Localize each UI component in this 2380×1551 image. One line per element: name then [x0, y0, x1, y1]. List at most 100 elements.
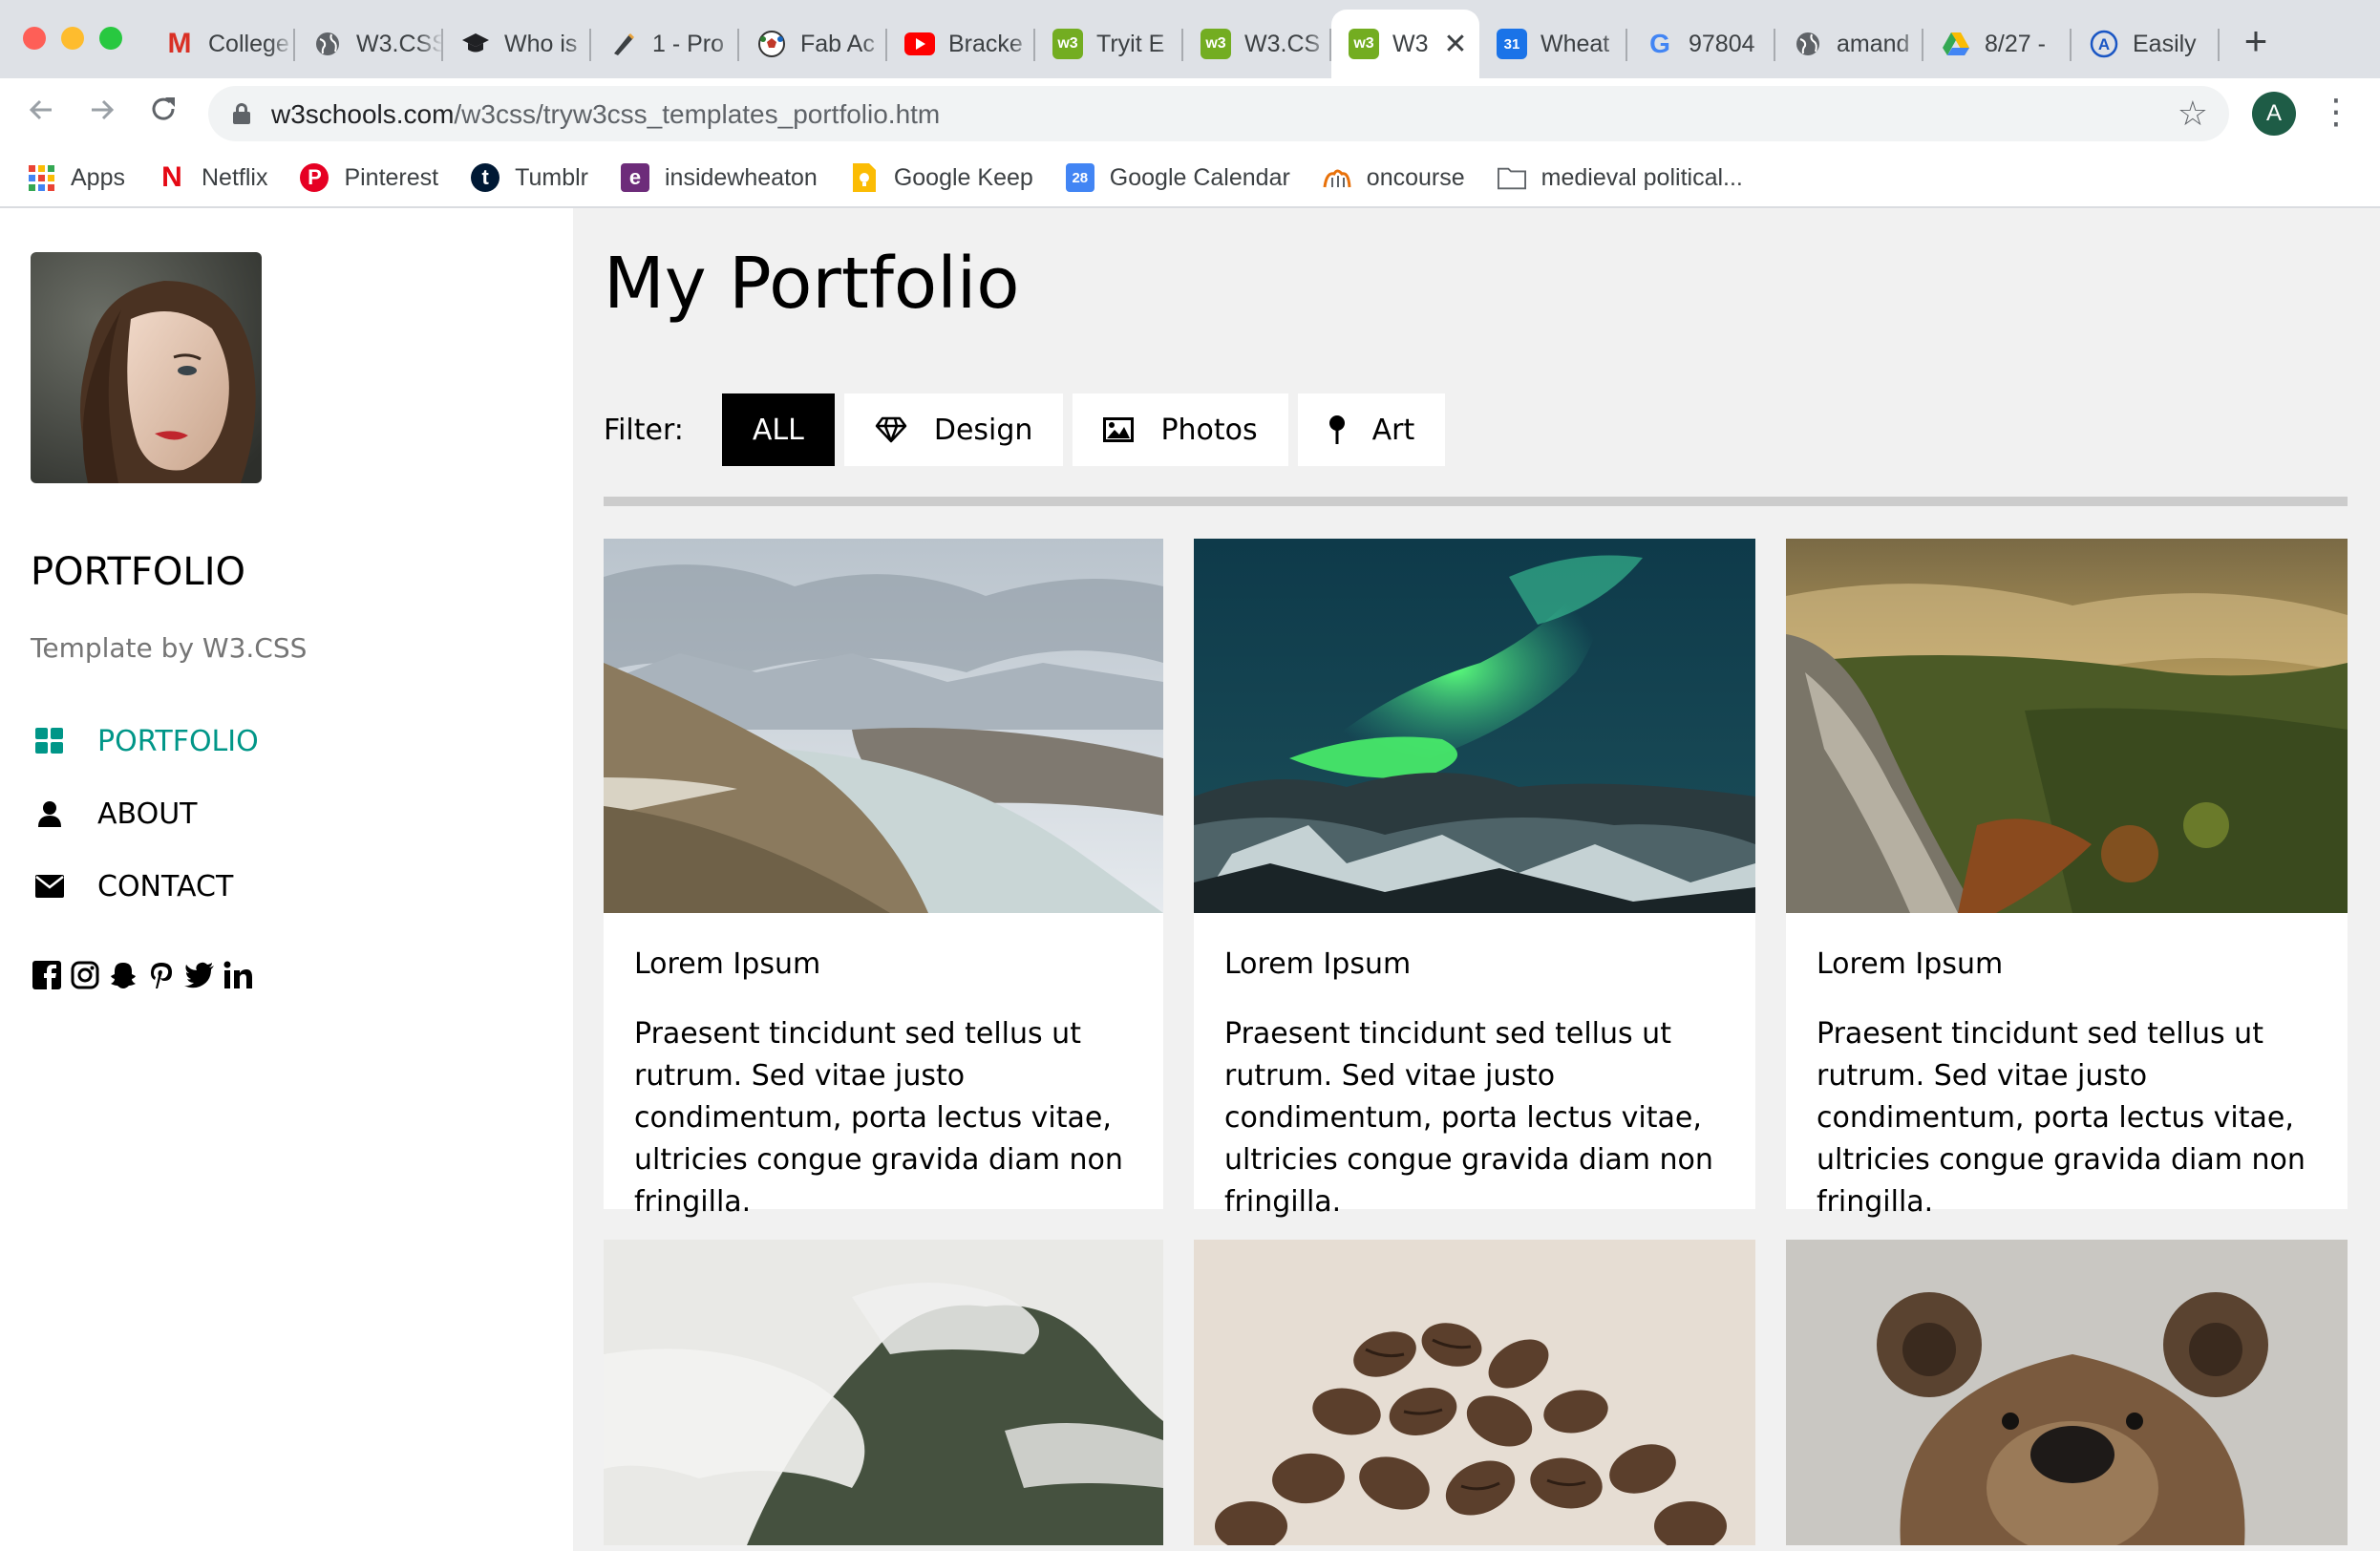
bookmark-google-keep[interactable]: Google Keep: [850, 163, 1033, 192]
browser-tab-tryit[interactable]: w3 Tryit E: [1035, 10, 1183, 78]
browser-tab-w3css[interactable]: W3.CSS: [295, 10, 443, 78]
image-icon: [1103, 417, 1135, 442]
portfolio-card: [1786, 1240, 2348, 1551]
tab-title: 8/27 -: [1985, 30, 2046, 57]
bookmark-insidewheaton[interactable]: e insidewheaton: [620, 163, 818, 192]
tab-title: Bracke: [948, 30, 1023, 57]
svg-text:A: A: [2098, 35, 2110, 53]
filter-all-button[interactable]: ALL: [721, 393, 835, 466]
e-logo-icon: e: [620, 163, 649, 192]
bookmark-oncourse[interactable]: oncourse: [1323, 163, 1465, 192]
gmail-icon: M: [167, 28, 192, 59]
sidebar-item-portfolio[interactable]: PORTFOLIO: [31, 705, 259, 777]
globe-icon: [312, 29, 343, 59]
brand-tagline: Template by W3.CSS: [31, 632, 308, 664]
forest-valley-photo: [1786, 539, 2348, 913]
snapchat-icon[interactable]: [107, 959, 139, 991]
browser-tab-google[interactable]: G 97804: [1627, 10, 1775, 78]
twitter-icon[interactable]: [183, 959, 216, 991]
browser-tab-amanda[interactable]: amand: [1775, 10, 1923, 78]
portfolio-card: Lorem Ipsum Praesent tincidunt sed tellu…: [604, 539, 1163, 1219]
tab-list: M College W3.CSS Who is 1 - Pro Fab Ac B…: [147, 10, 2220, 78]
drive-icon: [1941, 29, 1971, 59]
browser-tab-bracket[interactable]: Bracke: [887, 10, 1035, 78]
new-tab-button[interactable]: +: [2235, 21, 2277, 63]
pinterest-icon: P: [300, 163, 329, 192]
oncourse-icon: [1323, 163, 1351, 192]
bookmark-tumblr[interactable]: t Tumblr: [471, 163, 588, 192]
graduation-cap-icon: [460, 29, 491, 59]
bookmark-star-icon[interactable]: ☆: [2178, 94, 2208, 134]
forward-button[interactable]: [80, 92, 124, 136]
sidebar-nav: PORTFOLIO ABOUT CONTACT: [31, 705, 259, 923]
user-icon: [31, 800, 69, 827]
bookmark-label: Google Calendar: [1109, 163, 1290, 191]
card-title: Lorem Ipsum: [1224, 947, 1412, 981]
filter-button-label: Photos: [1160, 413, 1258, 447]
instagram-icon[interactable]: [69, 959, 101, 991]
address-bar[interactable]: w3schools.com/w3css/tryw3css_templates_p…: [208, 86, 2229, 141]
bookmark-label: Apps: [71, 163, 125, 191]
diamond-icon: [875, 416, 907, 443]
browser-tab-w3css-2[interactable]: w3 W3.CS: [1183, 10, 1331, 78]
browser-tab-wheaton[interactable]: 31 Wheat: [1479, 10, 1627, 78]
browser-tab-drive[interactable]: 8/27 -: [1923, 10, 2072, 78]
sidebar-item-about[interactable]: ABOUT: [31, 777, 259, 850]
tab-title: 97804: [1689, 30, 1755, 57]
filter-button-label: ALL: [752, 413, 804, 447]
bookmark-pinterest[interactable]: P Pinterest: [300, 163, 438, 192]
arrow-left-icon: [29, 99, 52, 120]
bookmark-label: Netflix: [201, 163, 268, 191]
bookmark-folder-medieval[interactable]: medieval political...: [1497, 163, 1743, 192]
url-host: w3schools.com: [271, 99, 455, 129]
profile-avatar[interactable]: A: [2252, 92, 2296, 136]
brand-title: PORTFOLIO: [31, 550, 245, 594]
tab-title: 1 - Pro: [652, 30, 725, 57]
filter-photos-button[interactable]: Photos: [1073, 393, 1288, 466]
bookmark-label: Tumblr: [515, 163, 588, 191]
sidebar-item-contact[interactable]: CONTACT: [31, 850, 259, 923]
portfolio-card: Lorem Ipsum Praesent tincidunt sed tellu…: [1786, 539, 2348, 1219]
filter-design-button[interactable]: Design: [843, 393, 1064, 466]
browser-tab-who-is[interactable]: Who is: [443, 10, 591, 78]
window-zoom-button[interactable]: [99, 27, 122, 50]
reload-button[interactable]: [141, 92, 185, 136]
bookmark-google-calendar[interactable]: 28 Google Calendar: [1065, 163, 1290, 192]
tab-close-icon[interactable]: ✕: [1441, 28, 1470, 61]
lock-icon: [233, 103, 250, 124]
back-button[interactable]: [19, 92, 63, 136]
url-path: /w3css/tryw3css_templates_portfolio.htm: [454, 99, 941, 129]
sidebar: PORTFOLIO Template by W3.CSS PORTFOLIO A…: [0, 208, 573, 1551]
browser-tab-gmail[interactable]: M College: [147, 10, 295, 78]
card-text: Praesent tincidunt sed tellus ut rutrum.…: [1224, 1017, 1713, 1219]
w3schools-icon: w3: [1052, 29, 1083, 59]
filter-art-button[interactable]: Art: [1297, 393, 1446, 466]
bookmark-netflix[interactable]: N Netflix: [158, 161, 268, 193]
bookmark-apps[interactable]: Apps: [27, 163, 125, 192]
browser-menu-icon[interactable]: ⋮: [2319, 90, 2353, 138]
window-close-button[interactable]: [23, 27, 46, 50]
browser-tab-active[interactable]: w3 W3 ✕: [1331, 10, 1479, 78]
tab-title: College: [208, 30, 289, 57]
browser-tab-easily[interactable]: A Easily: [2072, 10, 2220, 78]
map-pin-icon: [1328, 415, 1346, 444]
bookmark-label: oncourse: [1366, 163, 1465, 191]
northern-lights-photo: [1194, 539, 1755, 913]
card-text: Praesent tincidunt sed tellus ut rutrum.…: [1817, 1017, 2306, 1219]
bear-photo: [1786, 1240, 2348, 1551]
linkedin-icon[interactable]: [222, 959, 254, 991]
tab-title: Who is: [504, 30, 578, 57]
browser-tab-pro[interactable]: 1 - Pro: [591, 10, 739, 78]
sidebar-item-label: PORTFOLIO: [97, 724, 259, 758]
window-minimize-button[interactable]: [61, 27, 84, 50]
bookmark-label: Pinterest: [344, 163, 439, 191]
pinterest-icon[interactable]: [145, 959, 178, 991]
tab-title: Easily: [2133, 30, 2197, 57]
url-text[interactable]: w3schools.com/w3css/tryw3css_templates_p…: [271, 99, 940, 130]
browser-tab-fab[interactable]: Fab Ac: [739, 10, 887, 78]
folder-icon: [1497, 163, 1526, 192]
w3schools-icon: w3: [1201, 29, 1231, 59]
facebook-icon[interactable]: [31, 959, 63, 991]
apps-grid-icon: [27, 163, 55, 192]
filter-button-label: Art: [1371, 413, 1415, 447]
